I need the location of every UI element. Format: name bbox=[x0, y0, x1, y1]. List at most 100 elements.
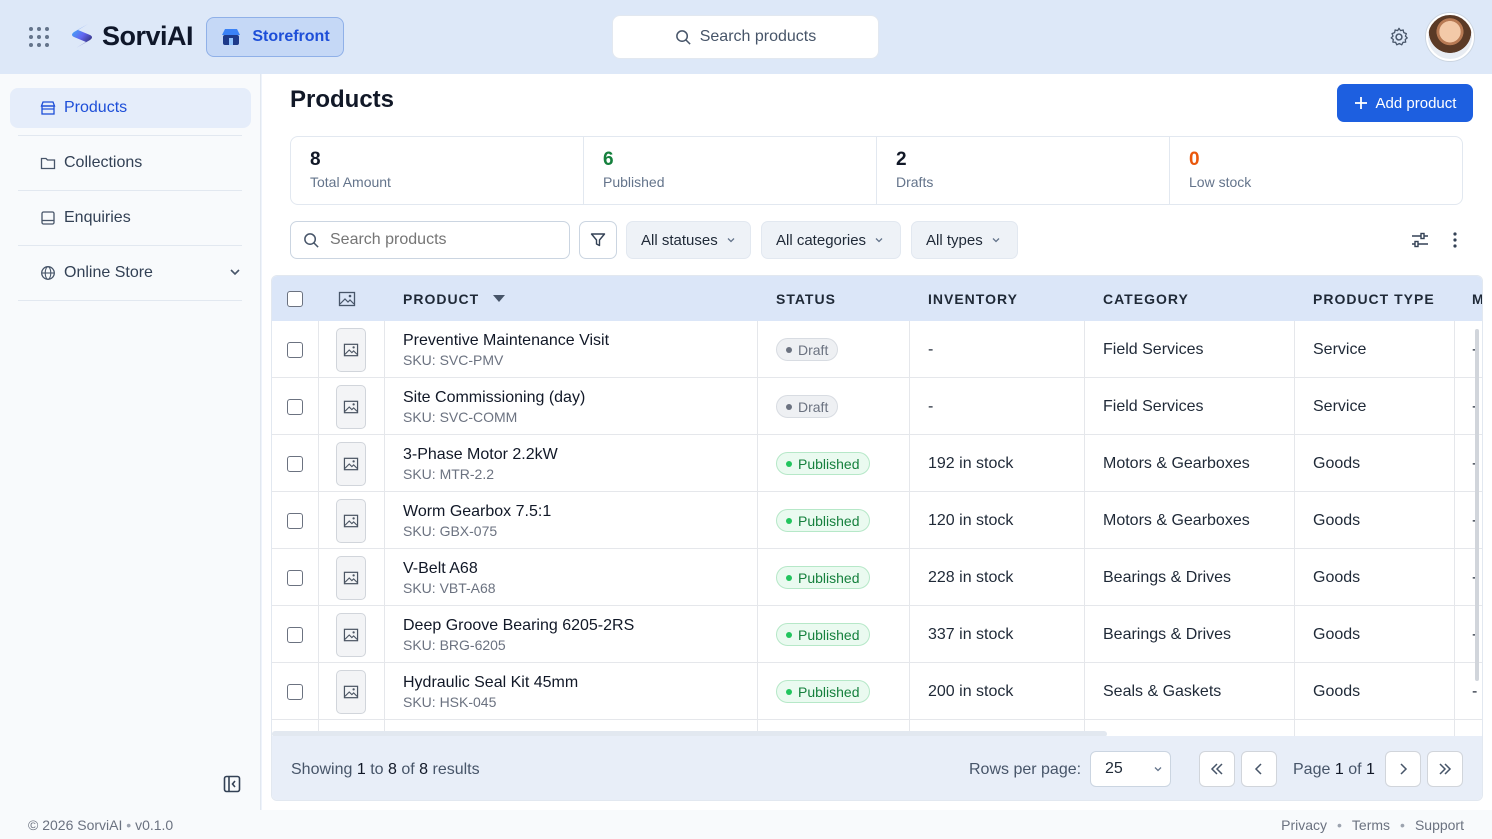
product-thumbnail-cell bbox=[336, 435, 366, 492]
status-text: Published bbox=[798, 626, 860, 643]
column-header-product-type[interactable]: PRODUCT TYPE bbox=[1313, 276, 1435, 321]
row-checkbox[interactable] bbox=[287, 455, 303, 472]
sidebar-collapse-icon[interactable] bbox=[222, 774, 242, 794]
global-search-input[interactable]: Search products bbox=[612, 15, 879, 59]
product-type-cell: Goods bbox=[1313, 625, 1361, 643]
status-dot-icon bbox=[786, 688, 792, 695]
gear-icon[interactable] bbox=[1388, 26, 1410, 48]
rows-per-page-select[interactable]: 25 bbox=[1090, 751, 1171, 787]
chevron-down-icon bbox=[727, 238, 735, 243]
column-header-status[interactable]: STATUS bbox=[776, 276, 836, 321]
product-name[interactable]: Deep Groove Bearing 6205-2RS bbox=[403, 617, 634, 635]
product-thumbnail[interactable] bbox=[336, 384, 366, 429]
type-dropdown[interactable]: All types bbox=[911, 221, 1018, 259]
table-row[interactable]: Preventive Maintenance Visit SKU: SVC-PMV… bbox=[272, 321, 1482, 378]
select-all-checkbox[interactable] bbox=[287, 290, 303, 307]
last-page-button[interactable] bbox=[1427, 751, 1463, 787]
stat-label: Total Amount bbox=[310, 174, 391, 190]
row-select-cell bbox=[287, 663, 303, 720]
status-dot-icon bbox=[786, 346, 792, 353]
row-select-cell bbox=[287, 321, 303, 378]
column-header-product[interactable]: PRODUCT bbox=[403, 276, 506, 321]
status-dot-icon bbox=[786, 460, 792, 467]
filter-button[interactable] bbox=[579, 221, 617, 259]
product-thumbnail[interactable] bbox=[336, 612, 366, 657]
sidebar: Products Collections Enquiries Online St… bbox=[0, 74, 261, 810]
table-row[interactable]: 3-Phase Motor 2.2kW SKU: MTR-2.2 Published… bbox=[272, 435, 1482, 492]
first-page-button[interactable] bbox=[1199, 751, 1235, 787]
user-avatar[interactable] bbox=[1426, 13, 1474, 61]
top-bar: SorviAI Storefront Search products bbox=[0, 0, 1492, 74]
product-thumbnail-cell bbox=[336, 378, 366, 435]
sidebar-item-products[interactable]: Products bbox=[10, 88, 251, 128]
status-badge: Published bbox=[776, 509, 870, 532]
divider bbox=[18, 135, 242, 136]
logo[interactable]: SorviAI bbox=[66, 20, 194, 52]
product-name[interactable]: Preventive Maintenance Visit bbox=[403, 332, 609, 350]
sidebar-item-enquiries[interactable]: Enquiries bbox=[18, 198, 242, 238]
product-name[interactable]: Worm Gearbox 7.5:1 bbox=[403, 503, 551, 521]
product-name[interactable]: V-Belt A68 bbox=[403, 560, 496, 578]
row-checkbox[interactable] bbox=[287, 341, 303, 358]
terms-link[interactable]: Terms bbox=[1352, 817, 1390, 833]
product-name[interactable]: 3-Phase Motor 2.2kW bbox=[403, 446, 558, 464]
row-checkbox[interactable] bbox=[287, 626, 303, 643]
image-placeholder-icon bbox=[343, 343, 359, 356]
search-icon bbox=[304, 232, 319, 248]
sidebar-item-online-store[interactable]: Online Store bbox=[18, 253, 242, 293]
status-dropdown[interactable]: All statuses bbox=[626, 221, 751, 259]
product-type-cell: Goods bbox=[1313, 454, 1361, 472]
row-checkbox[interactable] bbox=[287, 569, 303, 586]
status-cell: Published bbox=[776, 435, 870, 492]
status-text: Published bbox=[798, 512, 860, 529]
showing-to-word: to bbox=[370, 761, 384, 778]
category-dropdown[interactable]: All categories bbox=[761, 221, 901, 259]
column-header-inventory[interactable]: INVENTORY bbox=[928, 276, 1018, 321]
row-checkbox[interactable] bbox=[287, 683, 303, 700]
store-icon bbox=[222, 29, 241, 45]
status-badge: Published bbox=[776, 680, 870, 703]
table-search-field[interactable] bbox=[290, 221, 570, 259]
product-thumbnail[interactable] bbox=[336, 498, 366, 543]
privacy-link[interactable]: Privacy bbox=[1281, 817, 1327, 833]
add-product-button[interactable]: Add product bbox=[1337, 84, 1473, 122]
product-thumbnail-cell bbox=[336, 663, 366, 720]
column-header-category[interactable]: CATEGORY bbox=[1103, 276, 1189, 321]
sidebar-item-label: Collections bbox=[64, 154, 143, 171]
results-summary: Showing 1 to 8 of 8 results bbox=[291, 761, 480, 779]
next-page-button[interactable] bbox=[1385, 751, 1421, 787]
sidebar-item-collections[interactable]: Collections bbox=[18, 143, 242, 183]
product-thumbnail[interactable] bbox=[336, 327, 366, 372]
apps-grid-icon[interactable] bbox=[29, 27, 49, 47]
product-thumbnail[interactable] bbox=[336, 555, 366, 600]
column-settings-icon[interactable] bbox=[1411, 231, 1429, 249]
category-dropdown-value: All categories bbox=[776, 231, 867, 249]
filter-bar: All statuses All categories All types bbox=[290, 221, 1480, 259]
support-link[interactable]: Support bbox=[1415, 817, 1464, 833]
storefront-button[interactable]: Storefront bbox=[206, 17, 344, 57]
table-row[interactable]: Site Commissioning (day) SKU: SVC-COMM Dra… bbox=[272, 378, 1482, 435]
inbox-icon bbox=[41, 211, 55, 225]
chevron-down-icon[interactable] bbox=[228, 265, 242, 279]
product-thumbnail[interactable] bbox=[336, 669, 366, 714]
current-page: 1 bbox=[1334, 761, 1344, 778]
table-row[interactable]: Hydraulic Seal Kit 45mm SKU: HSK-045 Publi… bbox=[272, 663, 1482, 720]
table-row[interactable]: Worm Gearbox 7.5:1 SKU: GBX-075 Published 1… bbox=[272, 492, 1482, 549]
showing-to: 8 bbox=[387, 761, 397, 778]
status-text: Published bbox=[798, 455, 860, 472]
table-search-input[interactable] bbox=[330, 231, 550, 249]
product-name[interactable]: Site Commissioning (day) bbox=[403, 389, 585, 407]
separator-dot: • bbox=[126, 817, 136, 833]
more-vertical-icon[interactable] bbox=[1452, 229, 1458, 251]
column-header-more[interactable]: M bbox=[1472, 276, 1482, 321]
row-checkbox[interactable] bbox=[287, 512, 303, 529]
sort-desc-icon[interactable] bbox=[493, 294, 506, 303]
vertical-scrollbar[interactable] bbox=[1475, 329, 1479, 681]
table-row[interactable]: Deep Groove Bearing 6205-2RS SKU: BRG-620… bbox=[272, 606, 1482, 663]
chevron-right-icon bbox=[1400, 763, 1408, 775]
previous-page-button[interactable] bbox=[1241, 751, 1277, 787]
row-checkbox[interactable] bbox=[287, 398, 303, 415]
table-row[interactable]: V-Belt A68 SKU: VBT-A68 Published 228 in st… bbox=[272, 549, 1482, 606]
product-name[interactable]: Hydraulic Seal Kit 45mm bbox=[403, 674, 578, 692]
product-thumbnail[interactable] bbox=[336, 441, 366, 486]
